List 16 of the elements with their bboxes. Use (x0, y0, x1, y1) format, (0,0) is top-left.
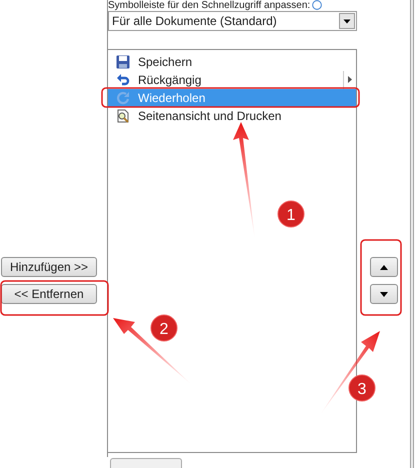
step-badge: 1 (278, 200, 304, 228)
step-badge: 3 (348, 374, 376, 402)
down-arrow-icon (380, 292, 388, 296)
move-up-button[interactable] (370, 257, 398, 277)
up-arrow-icon (380, 264, 388, 270)
remove-button[interactable]: << Entfernen (1, 284, 97, 304)
move-down-button[interactable] (370, 284, 398, 304)
toolbar-label: Symbolleiste für den Schnellzugriff anpassen: (108, 0, 310, 11)
redo-arrow-icon (116, 90, 130, 105)
print-preview-icon (116, 108, 130, 123)
step-badge: 2 (150, 314, 178, 342)
scope-dropdown[interactable]: Für alle Dokumente (Standard) (108, 10, 357, 31)
add-button[interactable]: Hinzufügen >> (1, 257, 97, 277)
info-icon (312, 0, 322, 10)
undo-arrow-icon (116, 72, 130, 87)
submenu-arrow-icon[interactable] (348, 76, 352, 84)
